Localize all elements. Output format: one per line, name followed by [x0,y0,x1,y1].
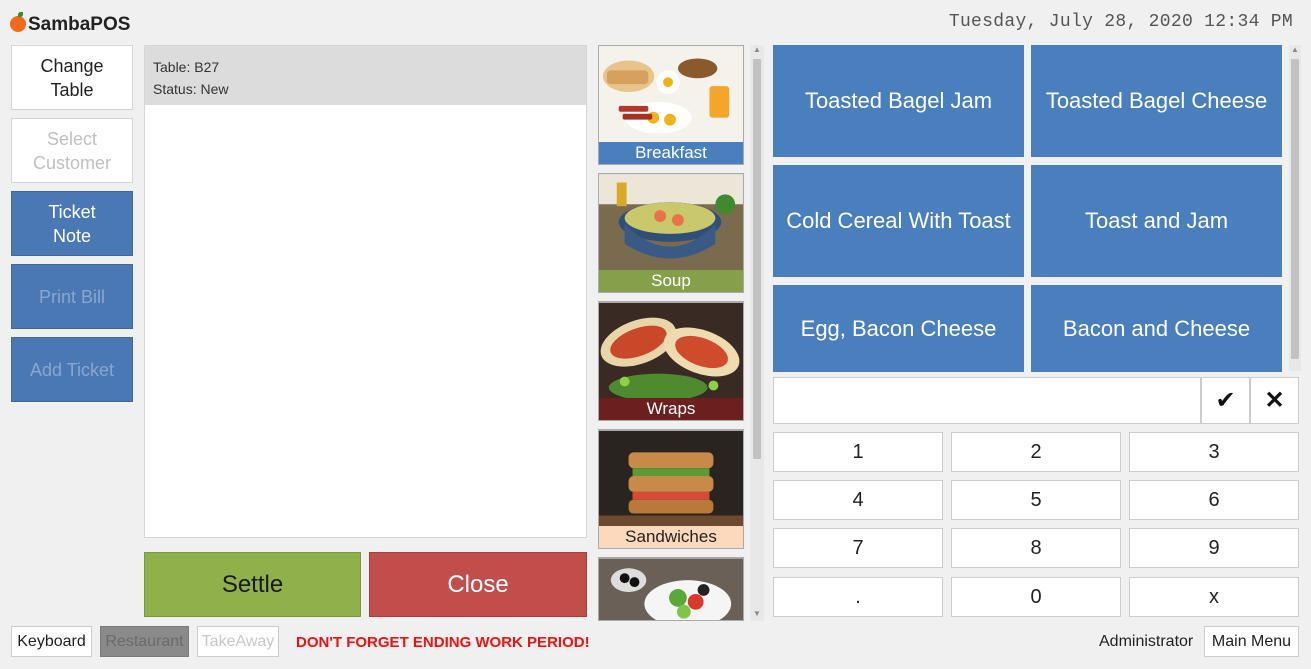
product-scrollbar[interactable]: ▲ [1289,45,1301,371]
numpad-key-4[interactable]: 4 [773,480,943,520]
check-icon: ✔ [1215,387,1236,414]
product-egg-bacon-cheese[interactable]: Egg, Bacon Cheese [773,285,1024,372]
ticket-note-button[interactable]: Ticket Note [11,191,133,256]
numpad-key-9[interactable]: 9 [1129,528,1299,568]
numpad-key-2[interactable]: 2 [951,432,1121,472]
print-bill-label: Print Bill [38,286,105,307]
category-label: Soup [599,270,743,292]
numpad-key-5[interactable]: 5 [951,480,1121,520]
ticket-panel[interactable]: Table: B27 Status: New [144,45,587,538]
salad-image [599,558,743,620]
current-user: Administrator [1099,633,1194,650]
keyboard-button[interactable]: Keyboard [11,626,92,657]
numpad-key-6[interactable]: 6 [1129,480,1299,520]
numpad-key-x[interactable]: x [1129,577,1299,617]
category-label: Breakfast [599,142,743,164]
confirm-button[interactable]: ✔ [1201,377,1250,424]
ticket-status: Status: New [153,81,229,97]
close-button[interactable]: Close [369,552,587,617]
ticket-header: Table: B27 Status: New [145,46,586,105]
ticket-note-label: Ticket Note [48,201,96,246]
breakfast-image [599,46,743,144]
product-bacon-and-cheese[interactable]: Bacon and Cheese [1031,285,1282,372]
work-period-warning: DON'T FORGET ENDING WORK PERIOD! [296,634,590,651]
category-soup[interactable]: Soup [598,173,744,293]
scroll-up-icon[interactable]: ▲ [751,45,763,54]
takeaway-button[interactable]: TakeAway [197,626,279,657]
numpad-input[interactable] [773,377,1201,424]
category-label: Sandwiches [599,526,743,548]
category-sandwiches[interactable]: Sandwiches [598,429,744,549]
product-cold-cereal-with-toast[interactable]: Cold Cereal With Toast [773,165,1024,277]
select-customer-button[interactable]: Select Customer [11,118,133,183]
scroll-up-icon[interactable]: ▲ [1289,45,1301,54]
settle-button[interactable]: Settle [144,552,361,617]
change-table-label: Change Table [40,55,104,100]
numpad-key-8[interactable]: 8 [951,528,1121,568]
category-salad[interactable] [598,557,744,621]
add-ticket-label: Add Ticket [29,359,115,380]
app-title: SambaPOS [28,14,131,35]
print-bill-button[interactable]: Print Bill [11,264,133,329]
select-customer-label: Select Customer [32,128,112,173]
category-scrollbar-thumb[interactable] [753,59,761,459]
wraps-image [599,302,743,400]
change-table-button[interactable]: Change Table [11,45,133,110]
sambapos-logo-icon [10,12,26,32]
product-scrollbar-thumb[interactable] [1291,59,1299,359]
app-logo: SambaPOS [10,10,130,40]
product-toast-and-jam[interactable]: Toast and Jam [1031,165,1282,277]
numpad-key-0[interactable]: 0 [951,577,1121,617]
category-scrollbar[interactable]: ▲ ▼ [750,45,764,621]
product-toasted-bagel-jam[interactable]: Toasted Bagel Jam [773,45,1024,157]
sandwiches-image [599,430,743,528]
category-label: Wraps [599,398,743,420]
scroll-down-icon[interactable]: ▼ [751,609,763,618]
category-breakfast[interactable]: Breakfast [598,45,744,165]
ticket-table: Table: B27 [153,59,220,75]
numpad-key-1[interactable]: 1 [773,432,943,472]
x-icon: ✕ [1264,387,1285,414]
main-menu-button[interactable]: Main Menu [1204,626,1299,657]
numpad-key-3[interactable]: 3 [1129,432,1299,472]
category-wraps[interactable]: Wraps [598,301,744,421]
add-ticket-button[interactable]: Add Ticket [11,337,133,402]
cancel-button[interactable]: ✕ [1250,377,1299,424]
numpad-key-7[interactable]: 7 [773,528,943,568]
restaurant-button[interactable]: Restaurant [100,626,189,657]
datetime: Tuesday, July 28, 2020 12:34 PM [948,12,1293,32]
numpad-key-decimal[interactable]: . [773,577,943,617]
product-toasted-bagel-cheese[interactable]: Toasted Bagel Cheese [1031,45,1282,157]
soup-image [599,174,743,272]
